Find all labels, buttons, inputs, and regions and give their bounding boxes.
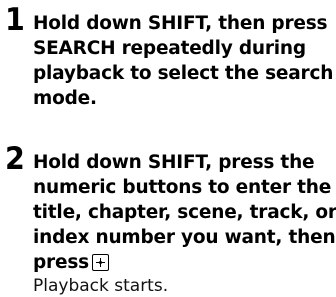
instruction-line: playback to select the search [33,63,334,84]
step-number: 1 [5,2,25,38]
instruction-line: SEARCH repeatedly during [33,38,306,59]
instruction-line: Hold down SHIFT, then press [33,13,328,34]
instruction-line: Hold down SHIFT, press the [33,152,315,173]
step-result: Playback starts. [33,276,169,296]
instruction-line: mode. [33,88,97,109]
instruction-line: index number you want, then [33,227,336,248]
step-instruction: Hold down SHIFT, then press SEARCH repea… [33,11,336,111]
instruction-line-with-icon: press [33,250,336,275]
instruction-line: press [33,252,89,273]
instruction-line: numeric buttons to enter the [33,177,332,198]
instruction-line: title, chapter, scene, track, or [33,202,336,223]
enter-button-icon [91,254,109,271]
step-number: 2 [5,141,25,177]
step-instruction: Hold down SHIFT, press the numeric butto… [33,150,336,275]
page: { "steps": [ { "number": "1", "lines": [… [0,0,336,297]
